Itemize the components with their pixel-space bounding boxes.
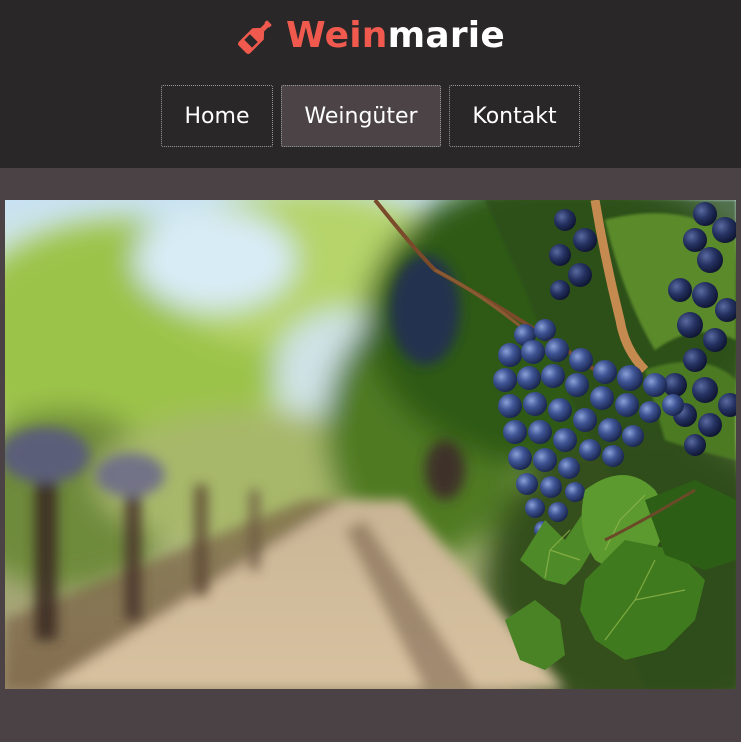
vineyard-grapes-image [5,200,736,689]
nav-home-button[interactable]: Home [161,85,273,147]
nav-kontakt-button[interactable]: Kontakt [449,85,580,147]
nav-weingueter-button[interactable]: Weingüter [281,85,441,147]
site-header: Weinmarie Home Weingüter Kontakt [0,0,741,168]
main-nav: Home Weingüter Kontakt [0,0,741,168]
hero-image [5,200,736,689]
